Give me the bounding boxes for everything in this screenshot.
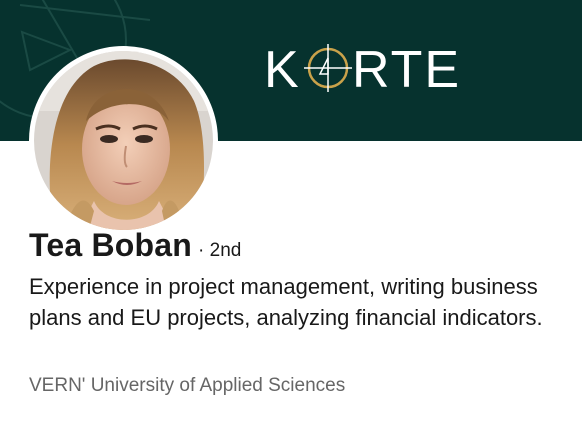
profile-headline: Experience in project management, writin… bbox=[29, 274, 543, 330]
profile-name-row: Tea Boban · 2nd bbox=[29, 227, 241, 271]
logo-letters-rte: RTE bbox=[352, 41, 461, 96]
korte-logo: K RTE bbox=[264, 41, 461, 96]
profile-photo bbox=[34, 51, 213, 230]
profile-card: K RTE Tea Boban · 2nd Experience in proj… bbox=[0, 0, 582, 423]
profile-avatar[interactable] bbox=[29, 46, 218, 235]
profile-education[interactable]: VERN' University of Applied Sciences bbox=[29, 375, 345, 397]
connection-degree: · 2nd bbox=[198, 240, 242, 261]
logo-letter-k: K bbox=[264, 41, 299, 96]
profile-name[interactable]: Tea Boban bbox=[29, 227, 192, 264]
